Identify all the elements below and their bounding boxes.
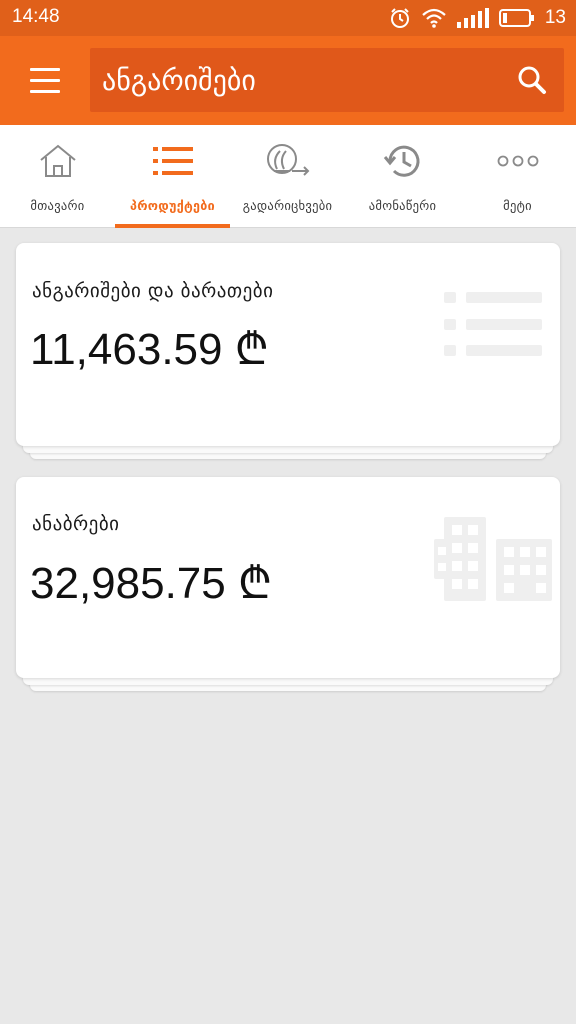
deposits-card[interactable]: ანაბრები 32,985.75 ₾ [16,477,560,678]
card-title: ანგარიშები და ბარათები [32,280,274,302]
tab-products[interactable]: პროდუქტები [115,125,230,228]
wifi-icon [421,7,447,29]
tab-more[interactable]: მეტი [460,125,575,228]
buildings-icon [434,517,554,607]
home-icon [34,141,82,181]
battery-level: 13 [544,7,566,28]
list-icon [149,141,197,181]
card-amount: 11,463.59 ₾ [30,325,269,374]
page-title: ანგარიშები [102,64,256,97]
card-amount: 32,985.75 ₾ [30,559,272,608]
history-icon [379,141,427,181]
tab-label: მეტი [503,198,532,213]
tab-label: გადარიცხვები [242,198,333,213]
app-bar: ანგარიშები [0,36,576,125]
tab-label: ამონაწერი [368,198,437,213]
hamburger-menu-icon[interactable] [20,60,70,100]
tab-home[interactable]: მთავარი [0,125,115,228]
search-icon[interactable] [516,64,548,96]
tab-transfers[interactable]: გადარიცხვები [230,125,345,228]
tab-label: მთავარი [30,198,85,213]
battery-icon [498,8,535,28]
deposits-card-stack: ანაბრები 32,985.75 ₾ [16,477,560,691]
active-tab-indicator [115,224,230,228]
status-icons: 13 [389,4,566,32]
accounts-card[interactable]: ანგარიშები და ბარათები 11,463.59 ₾ [16,243,560,446]
alarm-icon [389,7,411,29]
status-time: 14:48 [12,6,60,27]
tab-label: პროდუქტები [130,198,215,213]
list-icon [444,291,544,361]
tab-bar: მთავარი პროდუქტები გადარიცხვები ამონაწერ… [0,125,576,228]
signal-icon [456,8,489,28]
lari-transfer-icon [264,141,312,181]
header-search-bar[interactable]: ანგარიშები [90,48,564,112]
tab-statement[interactable]: ამონაწერი [345,125,460,228]
more-dots-icon [494,141,542,181]
accounts-card-stack: ანგარიშები და ბარათები 11,463.59 ₾ [16,243,560,459]
card-title: ანაბრები [32,513,120,535]
status-bar: 14:48 13 [0,0,576,36]
